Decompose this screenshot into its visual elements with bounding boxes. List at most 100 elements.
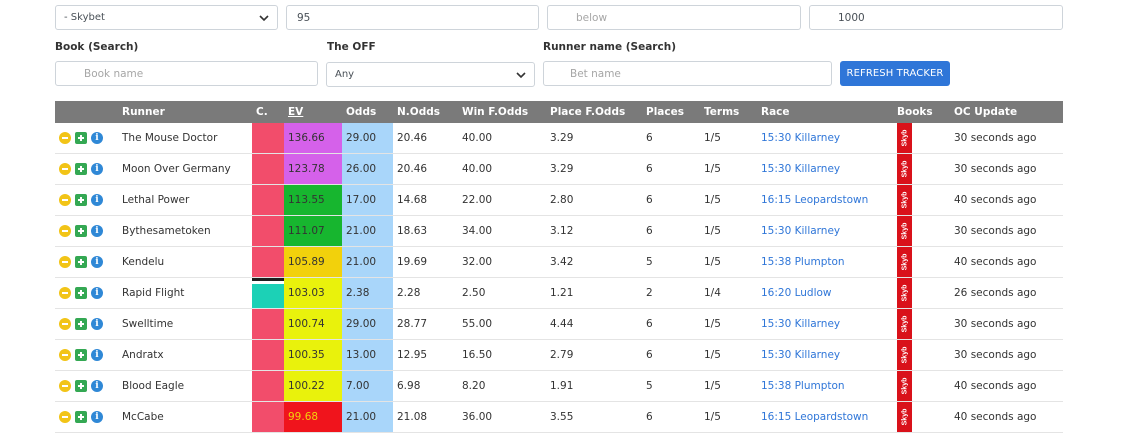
plus-square-icon[interactable] — [75, 411, 87, 423]
header-terms[interactable]: Terms — [700, 101, 757, 123]
race-link[interactable]: 16:15 Leopardstown — [761, 194, 868, 206]
win-f-odds-cell: 40.00 — [458, 153, 546, 185]
skybet-badge[interactable]: Skyb — [897, 216, 912, 246]
table-header-row: Runner C. EV Odds N.Odds Win F.Odds Plac… — [55, 101, 1063, 123]
skybet-badge[interactable]: Skyb — [897, 371, 912, 401]
race-link[interactable]: 15:30 Killarney — [761, 225, 840, 237]
book-search-input[interactable] — [55, 61, 318, 86]
skybet-badge[interactable]: Skyb — [897, 185, 912, 215]
bookmaker-select[interactable]: - Skybet — [55, 5, 278, 30]
book-search-label: Book (Search) — [55, 41, 139, 53]
race-link[interactable]: 15:30 Killarney — [761, 318, 840, 330]
win-f-odds-cell: 16.50 — [458, 339, 546, 371]
books-cell: Skyb — [893, 308, 950, 340]
terms-cell: 1/5 — [700, 153, 757, 185]
header-odds[interactable]: Odds — [342, 101, 393, 123]
runner-cell: Lethal Power — [118, 184, 252, 216]
ev-cell: 113.55 — [284, 184, 342, 216]
info-icon[interactable]: i — [91, 163, 103, 175]
header-oc-update[interactable]: OC Update — [950, 101, 1063, 123]
race-link[interactable]: 16:15 Leopardstown — [761, 411, 868, 423]
remove-circle-icon[interactable] — [59, 349, 71, 361]
remove-circle-icon[interactable] — [59, 163, 71, 175]
runner-search-label: Runner name (Search) — [543, 41, 676, 53]
info-icon[interactable]: i — [91, 411, 103, 423]
skybet-badge[interactable]: Skyb — [897, 278, 912, 308]
info-icon[interactable]: i — [91, 287, 103, 299]
plus-square-icon[interactable] — [75, 256, 87, 268]
header-win-f-odds[interactable]: Win F.Odds — [458, 101, 546, 123]
header-c[interactable]: C. — [252, 101, 284, 123]
table-row: i The Mouse Doctor 136.66 29.00 20.46 40.00 3.… — [55, 123, 1063, 154]
books-cell: Skyb — [893, 277, 950, 309]
header-race[interactable]: Race — [757, 101, 893, 123]
place-f-odds-cell: 3.55 — [546, 401, 642, 433]
table-row: i Moon Over Germany 123.78 26.00 20.46 40.00 3… — [55, 153, 1063, 185]
min-value-input[interactable] — [286, 5, 539, 30]
skybet-badge[interactable]: Skyb — [897, 123, 912, 153]
chevron-down-icon — [516, 72, 526, 79]
remove-circle-icon[interactable] — [59, 318, 71, 330]
win-f-odds-cell: 8.20 — [458, 370, 546, 402]
odds-cell: 29.00 — [342, 308, 393, 340]
row-actions: i — [55, 401, 118, 433]
places-cell: 6 — [642, 153, 700, 185]
header-actions — [55, 101, 118, 123]
skybet-badge[interactable]: Skyb — [897, 402, 912, 432]
oc-update-cell: 40 seconds ago — [950, 370, 1063, 402]
plus-square-icon[interactable] — [75, 132, 87, 144]
places-cell: 5 — [642, 246, 700, 278]
ev-cell: 103.03 — [284, 277, 342, 309]
race-link[interactable]: 15:38 Plumpton — [761, 380, 845, 392]
remove-circle-icon[interactable] — [59, 411, 71, 423]
plus-square-icon[interactable] — [75, 225, 87, 237]
race-cell: 15:30 Killarney — [757, 308, 893, 340]
race-link[interactable]: 16:20 Ludlow — [761, 287, 832, 299]
plus-square-icon[interactable] — [75, 318, 87, 330]
plus-square-icon[interactable] — [75, 349, 87, 361]
places-cell: 5 — [642, 370, 700, 402]
the-off-select[interactable]: Any — [326, 62, 535, 87]
header-places[interactable]: Places — [642, 101, 700, 123]
header-runner[interactable]: Runner — [118, 101, 252, 123]
table-row: i Andratx 100.35 13.00 12.95 16.50 2.79 6 1/5 15:… — [55, 339, 1063, 371]
n-odds-cell: 12.95 — [393, 339, 458, 371]
runner-search-input[interactable] — [543, 61, 832, 86]
remove-circle-icon[interactable] — [59, 132, 71, 144]
info-icon[interactable]: i — [91, 225, 103, 237]
header-n-odds[interactable]: N.Odds — [393, 101, 458, 123]
header-place-f-odds[interactable]: Place F.Odds — [546, 101, 642, 123]
plus-square-icon[interactable] — [75, 380, 87, 392]
skybet-badge[interactable]: Skyb — [897, 309, 912, 339]
remove-circle-icon[interactable] — [59, 225, 71, 237]
info-icon[interactable]: i — [91, 380, 103, 392]
info-icon[interactable]: i — [91, 318, 103, 330]
header-books[interactable]: Books — [893, 101, 950, 123]
race-link[interactable]: 15:30 Killarney — [761, 132, 840, 144]
below-input[interactable] — [547, 5, 801, 30]
refresh-tracker-button[interactable]: REFRESH TRACKER — [840, 61, 950, 86]
info-icon[interactable]: i — [91, 194, 103, 206]
race-link[interactable]: 15:30 Killarney — [761, 349, 840, 361]
win-f-odds-cell: 22.00 — [458, 184, 546, 216]
skybet-badge[interactable]: Skyb — [897, 154, 912, 184]
remove-circle-icon[interactable] — [59, 287, 71, 299]
plus-square-icon[interactable] — [75, 287, 87, 299]
info-icon[interactable]: i — [91, 256, 103, 268]
skybet-badge[interactable]: Skyb — [897, 340, 912, 370]
table-row: i Lethal Power 113.55 17.00 14.68 22.00 2.80 6 1… — [55, 184, 1063, 216]
info-icon[interactable]: i — [91, 349, 103, 361]
skybet-badge[interactable]: Skyb — [897, 247, 912, 277]
remove-circle-icon[interactable] — [59, 380, 71, 392]
plus-square-icon[interactable] — [75, 163, 87, 175]
race-link[interactable]: 15:30 Killarney — [761, 163, 840, 175]
remove-circle-icon[interactable] — [59, 194, 71, 206]
plus-square-icon[interactable] — [75, 194, 87, 206]
max-value-input[interactable] — [809, 5, 1063, 30]
terms-cell: 1/5 — [700, 184, 757, 216]
info-icon[interactable]: i — [91, 132, 103, 144]
places-cell: 2 — [642, 277, 700, 309]
remove-circle-icon[interactable] — [59, 256, 71, 268]
race-link[interactable]: 15:38 Plumpton — [761, 256, 845, 268]
header-ev[interactable]: EV — [284, 101, 342, 123]
